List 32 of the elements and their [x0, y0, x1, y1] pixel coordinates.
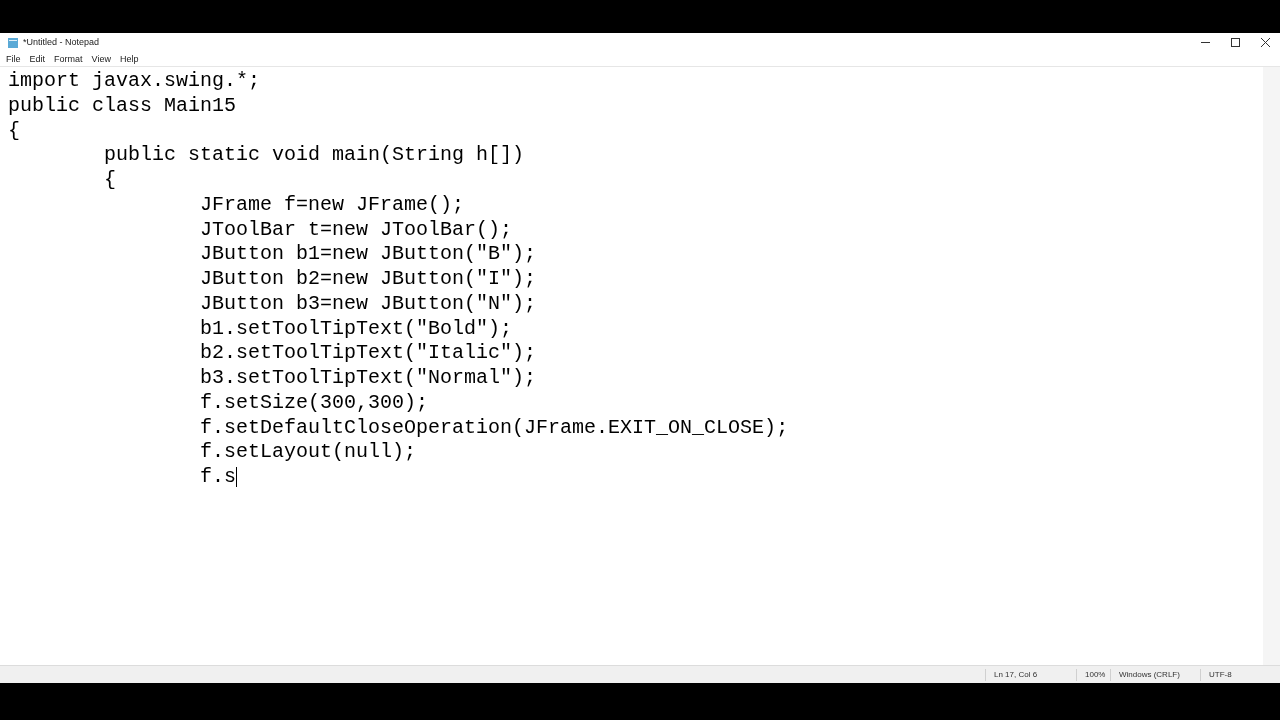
maximize-icon[interactable] — [1230, 38, 1240, 47]
code-line: f.setLayout(null); — [199, 440, 417, 465]
status-field: Windows (CRLF) — [1110, 668, 1200, 681]
text-editor[interactable] — [0, 66, 1280, 665]
code-line: { — [103, 168, 117, 193]
code-line: JButton b2=new JButton("I"); — [199, 267, 537, 292]
code-line: b3.setToolTipText("Normal"); — [199, 366, 537, 391]
window-title: *Untitled - Notepad — [23, 35, 100, 49]
status-field: 100% — [1076, 668, 1110, 681]
menu-item[interactable]: Format — [54, 54, 83, 64]
code-line: JToolBar t=new JToolBar(); — [199, 217, 513, 243]
code-line: public static void main(String h[]) — [103, 143, 525, 168]
scrollbar[interactable] — [1263, 67, 1280, 665]
close-icon[interactable] — [1260, 38, 1270, 47]
menu-item[interactable]: View — [91, 54, 111, 64]
code-line: f.setSize(300,300); — [199, 390, 429, 416]
code-line: f.s — [199, 465, 238, 490]
code-line: f.setDefaultCloseOperation(JFrame.EXIT_ON_CLOSE); — [199, 415, 789, 441]
menu-item[interactable]: File — [6, 54, 21, 64]
code-line: import javax.swing.*; — [8, 69, 261, 94]
status-field: UTF-8 — [1200, 668, 1270, 681]
menu-item[interactable]: Edit — [29, 54, 46, 64]
code-line: JButton b3=new JButton("N"); — [199, 291, 537, 317]
menu-item[interactable]: Help — [119, 54, 139, 64]
code-line: b2.setToolTipText("Italic"); — [199, 341, 537, 366]
code-line: JButton b1=new JButton("B"); — [199, 242, 537, 267]
code-line: b1.setToolTipText("Bold"); — [199, 316, 513, 342]
code-line: public class Main15 — [8, 93, 237, 119]
code-line: { — [8, 118, 20, 144]
notepad-icon — [7, 36, 19, 49]
code-line: JFrame f=new JFrame(); — [199, 192, 465, 218]
status-field: Ln 17, Col 6 — [985, 668, 1076, 681]
